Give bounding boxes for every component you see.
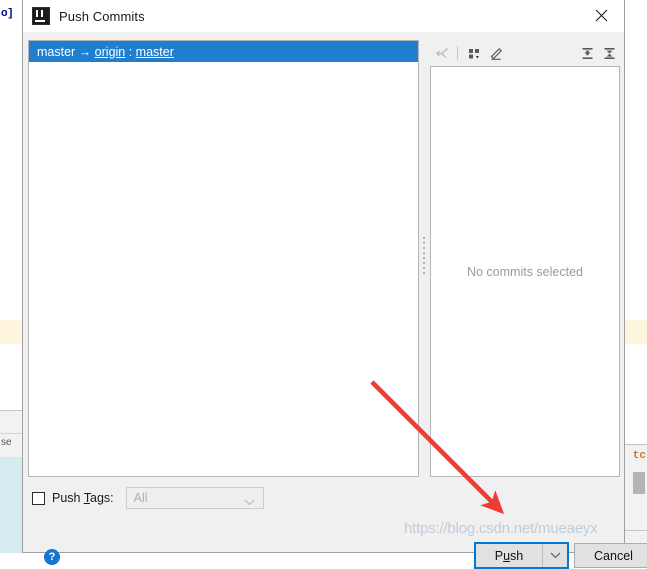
toolbar-separator [457,46,458,60]
close-icon[interactable] [579,0,624,31]
push-button-label[interactable]: Pu sh [476,544,542,567]
panel-splitter[interactable] [419,40,430,477]
commit-details-body: No commits selected [430,66,620,477]
background-code-fragment-left: o] [1,8,14,20]
push-tags-label-before: Push [52,491,84,505]
chevron-down-icon [244,495,255,509]
local-branch-label: master [37,44,76,59]
background-divider-right [625,530,647,531]
background-scrollbar-right [633,472,645,494]
cherry-pick-icon[interactable] [430,42,452,64]
cancel-button[interactable]: Cancel [574,543,647,568]
background-editor-left [0,0,23,320]
background-highlight-left [0,320,22,344]
empty-state-label: No commits selected [466,264,583,279]
push-label-before: P [494,548,504,563]
background-editor-right [624,0,647,320]
push-button[interactable]: Pu sh [474,542,569,569]
push-targets-list[interactable]: master → origin : master [28,40,419,477]
push-label-mnemonic: u [503,548,511,563]
background-text-left: se [1,437,12,448]
dialog-title: Push Commits [59,8,145,24]
collapse-all-icon[interactable] [598,42,620,64]
remote-name-link[interactable]: origin [95,45,126,59]
expand-all-icon[interactable] [576,42,598,64]
dialog-titlebar: Push Commits [23,0,624,32]
commit-details-panel: No commits selected [430,40,620,477]
push-tags-select[interactable]: All [125,487,264,509]
edit-source-icon[interactable] [485,42,507,64]
push-label-after: sh [510,548,524,563]
splitter-grip-icon [423,236,426,281]
show-diff-preview-icon[interactable] [463,42,485,64]
push-tags-select-value: All [133,491,148,505]
separator-glyph: : [125,44,136,59]
push-tags-row: Push Tags: All [32,487,264,509]
background-code-fragment-right: tc [632,450,646,462]
arrow-glyph: → [78,44,92,59]
intellij-idea-icon [32,7,50,25]
push-tags-checkbox[interactable] [32,491,45,505]
background-divider-left [0,433,22,434]
push-tags-label: Push Tags: [52,491,114,505]
dialog-content: master → origin : master No commits sele… [23,32,647,569]
help-button[interactable]: ? [44,549,60,565]
background-editor-right-lower [625,344,647,444]
background-highlight-right [625,320,647,344]
background-editor-left-lower [0,344,22,410]
list-item[interactable]: master → origin : master [29,41,418,62]
push-commits-dialog: Push Commits master → origin : master No… [22,0,647,569]
remote-branch-link[interactable]: master [136,45,174,59]
background-selection-left [0,457,22,553]
push-tags-label-after: ags: [90,491,114,505]
chevron-down-icon[interactable] [543,544,567,567]
commit-details-toolbar [430,40,620,66]
